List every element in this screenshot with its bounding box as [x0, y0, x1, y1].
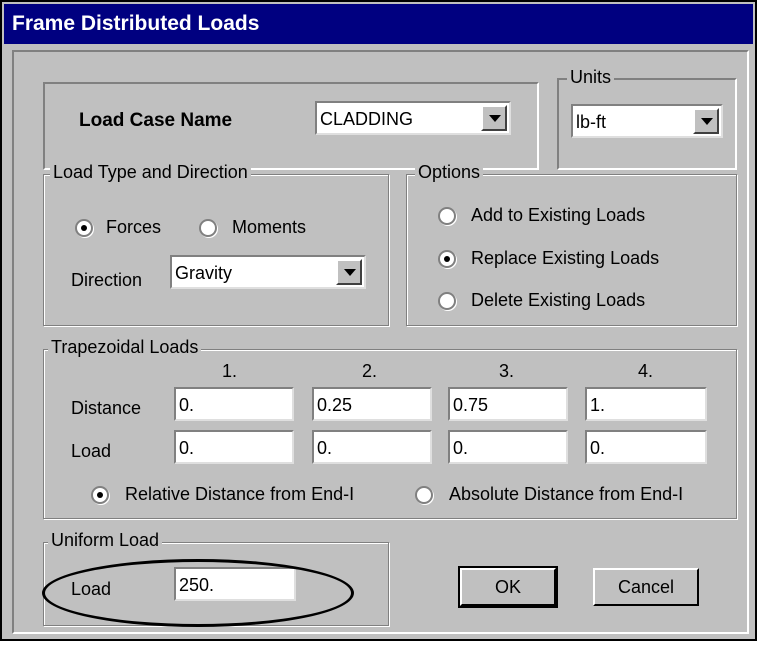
distance-1-value: 0.	[179, 395, 195, 415]
column-header-2: 2.	[362, 361, 378, 381]
load-type-group: Load Type and Direction Forces Moments D…	[43, 162, 389, 326]
add-existing-radio[interactable]	[438, 207, 456, 225]
distance-3-input[interactable]: 0.75	[448, 387, 568, 421]
chevron-down-icon[interactable]	[693, 108, 719, 134]
uniform-load-group-label: Uniform Load	[48, 530, 163, 551]
relative-distance-radio[interactable]	[91, 486, 109, 504]
load-1-value: 0.	[179, 438, 195, 458]
forces-label: Forces	[106, 217, 162, 237]
units-value: lb-ft	[576, 112, 607, 132]
delete-existing-radio[interactable]	[438, 292, 456, 310]
replace-existing-radio[interactable]	[438, 250, 456, 268]
window-title: Frame Distributed Loads	[12, 12, 260, 35]
load-2-input[interactable]: 0.	[312, 430, 432, 464]
chevron-down-icon[interactable]	[336, 259, 362, 285]
direction-select[interactable]: Gravity	[170, 255, 366, 289]
distance-1-input[interactable]: 0.	[174, 387, 294, 421]
ok-button[interactable]: OK	[458, 566, 558, 608]
trapezoidal-group-label: Trapezoidal Loads	[48, 337, 202, 358]
load-case-select[interactable]: CLADDING	[315, 101, 511, 135]
distance-3-value: 0.75	[453, 395, 489, 415]
moments-radio[interactable]	[199, 219, 217, 237]
frame-distributed-loads-dialog: Frame Distributed Loads Load Case Name C…	[0, 0, 757, 641]
load-case-box: Load Case Name CLADDING	[43, 82, 539, 170]
load-type-group-label: Load Type and Direction	[50, 162, 251, 183]
moments-label: Moments	[232, 217, 307, 237]
delete-existing-label: Delete Existing Loads	[471, 290, 646, 310]
load-2-value: 0.	[317, 438, 333, 458]
trapezoidal-group: Trapezoidal Loads 1. 2. 3. 4. Distance 0…	[43, 337, 737, 519]
options-group-label: Options	[415, 162, 484, 183]
relative-distance-label: Relative Distance from End-I	[125, 484, 355, 504]
absolute-distance-label: Absolute Distance from End-I	[449, 484, 684, 504]
load-row-label: Load	[71, 441, 112, 461]
direction-label: Direction	[71, 270, 143, 290]
distance-2-value: 0.25	[317, 395, 353, 415]
load-1-input[interactable]: 0.	[174, 430, 294, 464]
column-header-4: 4.	[638, 361, 654, 381]
absolute-distance-radio[interactable]	[415, 486, 433, 504]
add-existing-label: Add to Existing Loads	[471, 205, 646, 225]
title-bar[interactable]: Frame Distributed Loads	[4, 4, 753, 44]
units-box: Units lb-ft	[557, 67, 737, 170]
load-case-value: CLADDING	[320, 109, 414, 129]
column-header-1: 1.	[222, 361, 238, 381]
load-4-value: 0.	[590, 438, 606, 458]
options-group: Options Add to Existing Loads Replace Ex…	[406, 162, 737, 326]
units-select[interactable]: lb-ft	[571, 104, 723, 138]
distance-4-value: 1.	[590, 395, 606, 415]
load-4-input[interactable]: 0.	[585, 430, 707, 464]
column-header-3: 3.	[499, 361, 515, 381]
highlight-ellipse	[42, 559, 354, 627]
distance-4-input[interactable]: 1.	[585, 387, 707, 421]
chevron-down-icon[interactable]	[481, 105, 507, 131]
load-3-input[interactable]: 0.	[448, 430, 568, 464]
distance-label: Distance	[71, 398, 142, 418]
cancel-button[interactable]: Cancel	[593, 568, 699, 606]
forces-radio[interactable]	[75, 219, 93, 237]
load-3-value: 0.	[453, 438, 469, 458]
replace-existing-label: Replace Existing Loads	[471, 248, 660, 268]
direction-value: Gravity	[175, 263, 233, 283]
distance-2-input[interactable]: 0.25	[312, 387, 432, 421]
load-case-label: Load Case Name	[79, 110, 233, 131]
units-group-label: Units	[567, 67, 615, 88]
